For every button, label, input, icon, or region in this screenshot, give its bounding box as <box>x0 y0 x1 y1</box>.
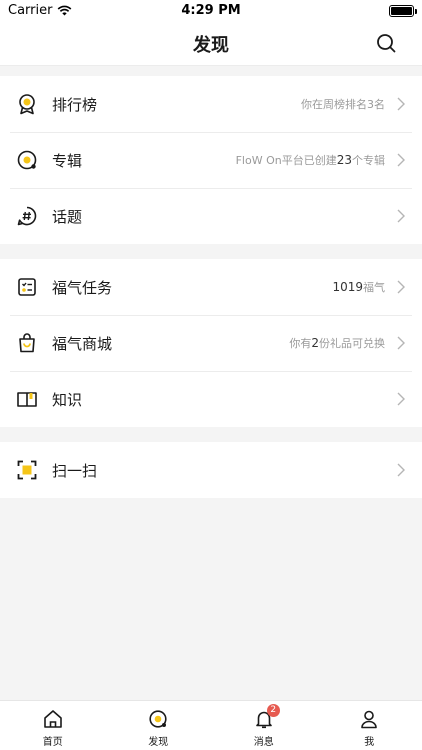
tab-label: 消息 <box>253 737 274 748</box>
menu-item-fortune-task[interactable]: 福气任务 1019福气 <box>0 259 422 315</box>
menu-item-label: 话题 <box>52 207 83 226</box>
menu-item-fortune-mall[interactable]: 福气商城 你有2份礼品可兑换 <box>0 315 422 371</box>
menu-item-album[interactable]: 专辑 FloW On平台已创建23个专辑 <box>0 132 422 188</box>
tab-messages[interactable]: 2 消息 <box>211 701 317 750</box>
tab-me[interactable]: 我 <box>317 701 422 750</box>
status-time: 4:29 PM <box>181 3 241 18</box>
tab-discover[interactable]: 发现 <box>106 701 212 750</box>
tab-label: 首页 <box>42 737 63 748</box>
discover-icon <box>149 710 167 728</box>
menu-group-discover: 排行榜 你在周榜排名3名 专辑 FloW On平台已创建23个专辑 话题 <box>0 76 422 244</box>
shopping-bag-icon <box>19 333 35 353</box>
nav-bar: 发现 <box>0 22 422 66</box>
chevron-right-icon <box>397 209 405 223</box>
menu-item-detail: FloW On平台已创建23个专辑 <box>235 153 385 167</box>
tab-home[interactable]: 首页 <box>0 701 106 750</box>
task-list-icon <box>18 278 36 296</box>
menu-item-label: 扫一扫 <box>52 461 98 480</box>
menu-item-knowledge[interactable]: 知识 <box>0 371 422 427</box>
status-bar: Carrier 4:29 PM <box>0 0 422 22</box>
chevron-right-icon <box>397 336 405 350</box>
menu-item-leaderboard[interactable]: 排行榜 你在周榜排名3名 <box>0 76 422 132</box>
menu-group-fortune: 福气任务 1019福气 福气商城 你有2份礼品可兑换 知识 <box>0 259 422 427</box>
menu-item-label: 排行榜 <box>52 95 98 114</box>
chevron-right-icon <box>397 280 405 294</box>
menu-item-detail: 1019福气 <box>332 280 385 294</box>
menu-item-scan[interactable]: 扫一扫 <box>0 442 422 498</box>
chevron-right-icon <box>397 153 405 167</box>
search-icon[interactable] <box>375 32 397 54</box>
tab-bar: 首页 发现 2 消息 我 <box>0 700 422 750</box>
tab-label: 我 <box>364 737 375 748</box>
chevron-right-icon <box>397 463 405 477</box>
menu-item-label: 知识 <box>52 390 83 409</box>
tab-label: 发现 <box>148 737 169 748</box>
menu-item-label: 福气任务 <box>52 278 113 297</box>
battery-icon <box>389 5 417 17</box>
scan-icon <box>17 460 37 480</box>
person-icon <box>361 710 378 729</box>
menu-group-scan: 扫一扫 <box>0 442 422 498</box>
menu-item-topic[interactable]: 话题 <box>0 188 422 244</box>
menu-item-label: 福气商城 <box>52 334 113 353</box>
album-icon <box>17 150 37 170</box>
menu-item-detail: 你在周榜排名3名 <box>301 98 385 111</box>
menu-item-label: 专辑 <box>52 151 83 170</box>
unread-badge: 2 <box>266 704 280 717</box>
chevron-right-icon <box>397 392 405 406</box>
medal-icon <box>19 94 35 115</box>
menu-item-detail: 你有2份礼品可兑换 <box>289 336 385 350</box>
home-icon <box>43 710 62 728</box>
book-icon <box>17 392 37 407</box>
chevron-right-icon <box>397 97 405 111</box>
hashtag-icon <box>17 206 37 226</box>
page-title: 发现 <box>193 35 229 56</box>
